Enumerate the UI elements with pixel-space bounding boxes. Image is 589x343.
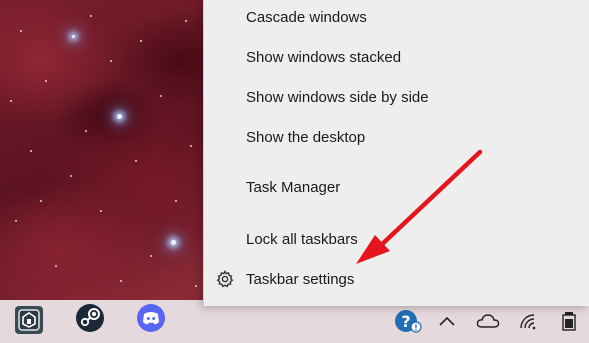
star [100, 210, 102, 212]
shield-house-icon [15, 306, 43, 334]
wifi-icon[interactable] [514, 306, 542, 336]
svg-text:!: ! [414, 324, 418, 333]
menu-item-label: Show the desktop [246, 128, 366, 146]
star [117, 114, 122, 119]
menu-item-show-windows-stacked[interactable]: Show windows stacked [204, 41, 589, 73]
menu-item-label: Task Manager [246, 178, 341, 196]
star [160, 95, 162, 97]
menu-item-label: Taskbar settings [246, 270, 355, 288]
discord-icon [136, 303, 166, 338]
star [40, 200, 42, 202]
onedrive-cloud-icon[interactable] [474, 306, 502, 336]
gear-icon [216, 270, 234, 288]
steam-icon [75, 303, 105, 338]
star [195, 285, 197, 287]
taskbar-context-menu: Cascade windows Show windows stacked Sho… [203, 0, 589, 306]
star [185, 20, 187, 22]
menu-item-label: Show windows stacked [246, 48, 402, 66]
star [70, 175, 72, 177]
menu-item-show-windows-side-by-side[interactable]: Show windows side by side [204, 81, 589, 113]
chevron-up-icon[interactable] [433, 306, 461, 336]
menu-item-taskbar-settings[interactable]: Taskbar settings [204, 263, 589, 295]
menu-item-show-the-desktop[interactable]: Show the desktop [204, 121, 589, 153]
star [55, 265, 57, 267]
star [150, 255, 152, 257]
taskbar-steam[interactable] [70, 302, 110, 338]
star [175, 200, 177, 202]
star [15, 220, 17, 222]
taskbar-discord[interactable] [131, 302, 171, 338]
taskbar: ? ! [0, 300, 589, 343]
menu-item-lock-all-taskbars[interactable]: Lock all taskbars [204, 223, 589, 255]
star [140, 40, 142, 42]
menu-item-label: Show windows side by side [246, 88, 429, 106]
taskbar-app-icon[interactable] [9, 302, 49, 338]
star [120, 280, 122, 282]
star [45, 80, 47, 82]
menu-item-label: Cascade windows [246, 8, 367, 26]
svg-text:?: ? [401, 312, 410, 331]
menu-item-cascade-windows[interactable]: Cascade windows [204, 1, 589, 33]
help-notification-icon[interactable]: ? ! [394, 306, 422, 336]
star [30, 150, 32, 152]
star [110, 60, 112, 62]
star [190, 145, 192, 147]
star [171, 240, 176, 245]
star [72, 35, 75, 38]
menu-item-label: Lock all taskbars [246, 230, 358, 248]
star [85, 130, 87, 132]
star [90, 15, 92, 17]
star [135, 160, 137, 162]
battery-icon[interactable] [555, 306, 583, 336]
star [20, 30, 22, 32]
star [10, 100, 12, 102]
menu-item-task-manager[interactable]: Task Manager [204, 171, 589, 203]
